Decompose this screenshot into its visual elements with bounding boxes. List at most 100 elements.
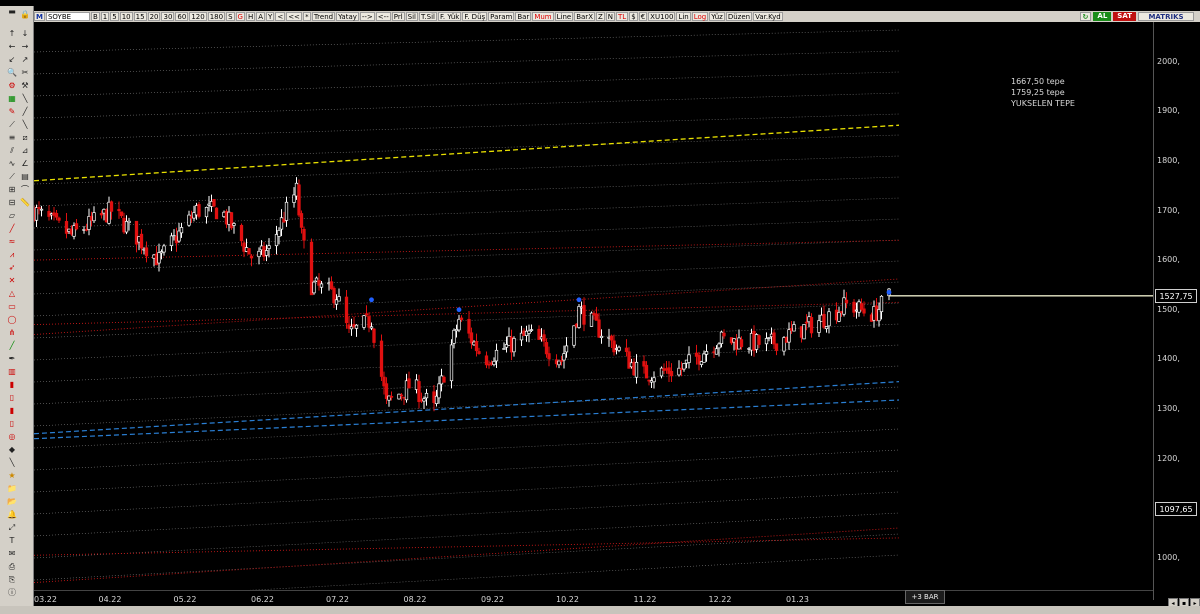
settings-icon[interactable]: ⚒ [19, 80, 31, 91]
scroll-start-button[interactable]: << [286, 12, 302, 21]
gun-button[interactable]: GUN [108, 0, 126, 8]
rect-icon[interactable]: ▭ [6, 301, 18, 312]
lock-icon[interactable]: 🔒 [19, 9, 31, 20]
arrow-up-icon[interactable]: ↑ [6, 28, 18, 39]
cross-icon[interactable]: ✕ [6, 275, 18, 286]
n-button[interactable]: N [605, 12, 616, 21]
currency-eur-button[interactable]: € [638, 12, 648, 21]
triangle-icon[interactable]: △ [6, 288, 18, 299]
pencil-icon[interactable]: ✎ [6, 106, 18, 117]
bell-icon[interactable]: 🔔 [6, 509, 18, 520]
arrow-left-button[interactable]: <-- [375, 12, 391, 21]
currency-tl-button[interactable]: TL [616, 12, 629, 21]
edit-button[interactable]: Düzen [725, 12, 753, 21]
ray-icon[interactable]: ⟋ [6, 171, 18, 182]
z-button[interactable]: Z [595, 12, 605, 21]
zigzag-icon[interactable]: ⩘ [6, 249, 18, 260]
linear-scale-button[interactable]: Lin [676, 12, 691, 21]
indicator-icon[interactable]: ⚙ [6, 80, 18, 91]
scroll-left-button[interactable]: < [275, 12, 286, 21]
trend-button[interactable]: Trend [311, 12, 336, 21]
percent-scale-button[interactable]: Yüz [709, 12, 725, 21]
a-button[interactable]: A [256, 12, 266, 21]
currency-usd-button[interactable]: $ [629, 12, 638, 21]
interval-30[interactable]: 30 [161, 12, 175, 21]
price-chart[interactable] [34, 22, 1153, 590]
ellipse-icon[interactable]: ◯ [6, 314, 18, 325]
diag-icon[interactable]: ╲ [6, 457, 18, 468]
matriks-logo-button[interactable]: MATRIKS [1138, 12, 1194, 21]
chart-icon[interactable]: ▦ [6, 93, 18, 104]
bars-icon[interactable]: ▮ [6, 379, 18, 390]
open-folder-icon[interactable]: 📂 [6, 496, 18, 507]
gann-icon[interactable]: ⊿ [19, 145, 31, 156]
expand-icon[interactable]: ⤢ [6, 522, 18, 533]
svd-button[interactable]: SVD [206, 0, 223, 8]
interval-5[interactable]: 5 [110, 12, 119, 21]
delete-button[interactable]: Sil [405, 12, 418, 21]
measure-icon[interactable]: ⊟ [6, 197, 18, 208]
marker-icon[interactable]: ◆ [6, 444, 18, 455]
tmp-button[interactable]: TMP [226, 0, 243, 8]
interval-60[interactable]: 60 [175, 12, 189, 21]
ruler-icon[interactable]: 📏 [19, 197, 31, 208]
star-tool-icon[interactable]: ★ [6, 470, 18, 481]
parallel-button[interactable]: Prl [391, 12, 405, 21]
green-line-icon[interactable]: ╱ [6, 340, 18, 351]
arrow-down-icon[interactable]: ↓ [19, 28, 31, 39]
fibo-up-button[interactable]: F. Yük [438, 12, 462, 21]
copy-icon[interactable]: ⎘ [6, 574, 18, 585]
candle-chart-button[interactable]: Mum [532, 12, 554, 21]
period-button[interactable]: B [90, 12, 100, 21]
eraser-icon[interactable]: ▱ [6, 210, 18, 221]
barx-chart-button[interactable]: BarX [574, 12, 595, 21]
log-button[interactable]: LOG [166, 0, 183, 8]
wave-icon[interactable]: ≈ [6, 236, 18, 247]
stripes-icon[interactable]: ▤ [19, 171, 31, 182]
bars4-icon[interactable]: ▯ [6, 418, 18, 429]
angle-icon[interactable]: ∠ [19, 158, 31, 169]
star-button[interactable]: * [302, 12, 311, 21]
refresh-icon[interactable]: ↻ [1079, 12, 1092, 21]
params-button[interactable]: Param [488, 12, 515, 21]
line-tool-icon[interactable]: ╲ [19, 119, 31, 130]
bars2-icon[interactable]: ▯ [6, 392, 18, 403]
fibo-down-button[interactable]: F. Düş [462, 12, 488, 21]
interval-20[interactable]: 20 [147, 12, 161, 21]
save-template-button[interactable]: Var.Kyd [753, 12, 783, 21]
tl-button[interactable]: TL [142, 0, 152, 8]
arrow-down-left-icon[interactable]: ↙ [6, 54, 18, 65]
parallel-lines-icon[interactable]: ⫽ [6, 145, 18, 156]
histogram-icon[interactable]: ▥ [6, 366, 18, 377]
arrow-right-button[interactable]: --> [359, 12, 375, 21]
cycle-icon[interactable]: ∿ [6, 158, 18, 169]
time-axis[interactable]: 03.22 04.22 05.22 06.22 07.22 08.22 09.22 10.22… [34, 590, 1153, 606]
pattern-icon[interactable]: ⊞ [6, 184, 18, 195]
horizontal-line-button[interactable]: Yatay [336, 12, 359, 21]
delete-all-button[interactable]: T.Sil [418, 12, 437, 21]
folder-icon[interactable]: 📁 [6, 483, 18, 494]
s-button[interactable]: S [226, 12, 235, 21]
arrow-left-icon[interactable]: ← [6, 41, 18, 52]
search-icon[interactable]: 🔍 [6, 67, 18, 78]
trendline-icon[interactable]: ╲ [19, 93, 31, 104]
y-button[interactable]: Y [266, 12, 275, 21]
fibo-icon[interactable]: ≡ [6, 132, 18, 143]
interval-180[interactable]: 180 [207, 12, 226, 21]
arrow-tool-icon[interactable]: ➶ [6, 262, 18, 273]
pen-icon[interactable]: ✒ [6, 353, 18, 364]
info-icon[interactable]: ⓘ [6, 587, 18, 598]
g-button[interactable]: G [235, 12, 245, 21]
xu100-button[interactable]: XU100 [648, 12, 676, 21]
text-icon[interactable]: T [6, 535, 18, 546]
brush-icon[interactable]: ╱ [19, 106, 31, 117]
arrow-up-right-icon[interactable]: ↗ [19, 54, 31, 65]
sell-button[interactable]: SAT [1113, 12, 1136, 21]
print-icon[interactable]: ⎙ [6, 561, 18, 572]
h-button[interactable]: H [245, 12, 256, 21]
line-chart-button[interactable]: Line [554, 12, 574, 21]
interval-1[interactable]: 1 [100, 12, 110, 21]
tools-icon[interactable]: ✂ [19, 67, 31, 78]
plus-bars-button[interactable]: +3 BAR [905, 590, 945, 604]
khn-button[interactable]: KHN [186, 0, 203, 8]
